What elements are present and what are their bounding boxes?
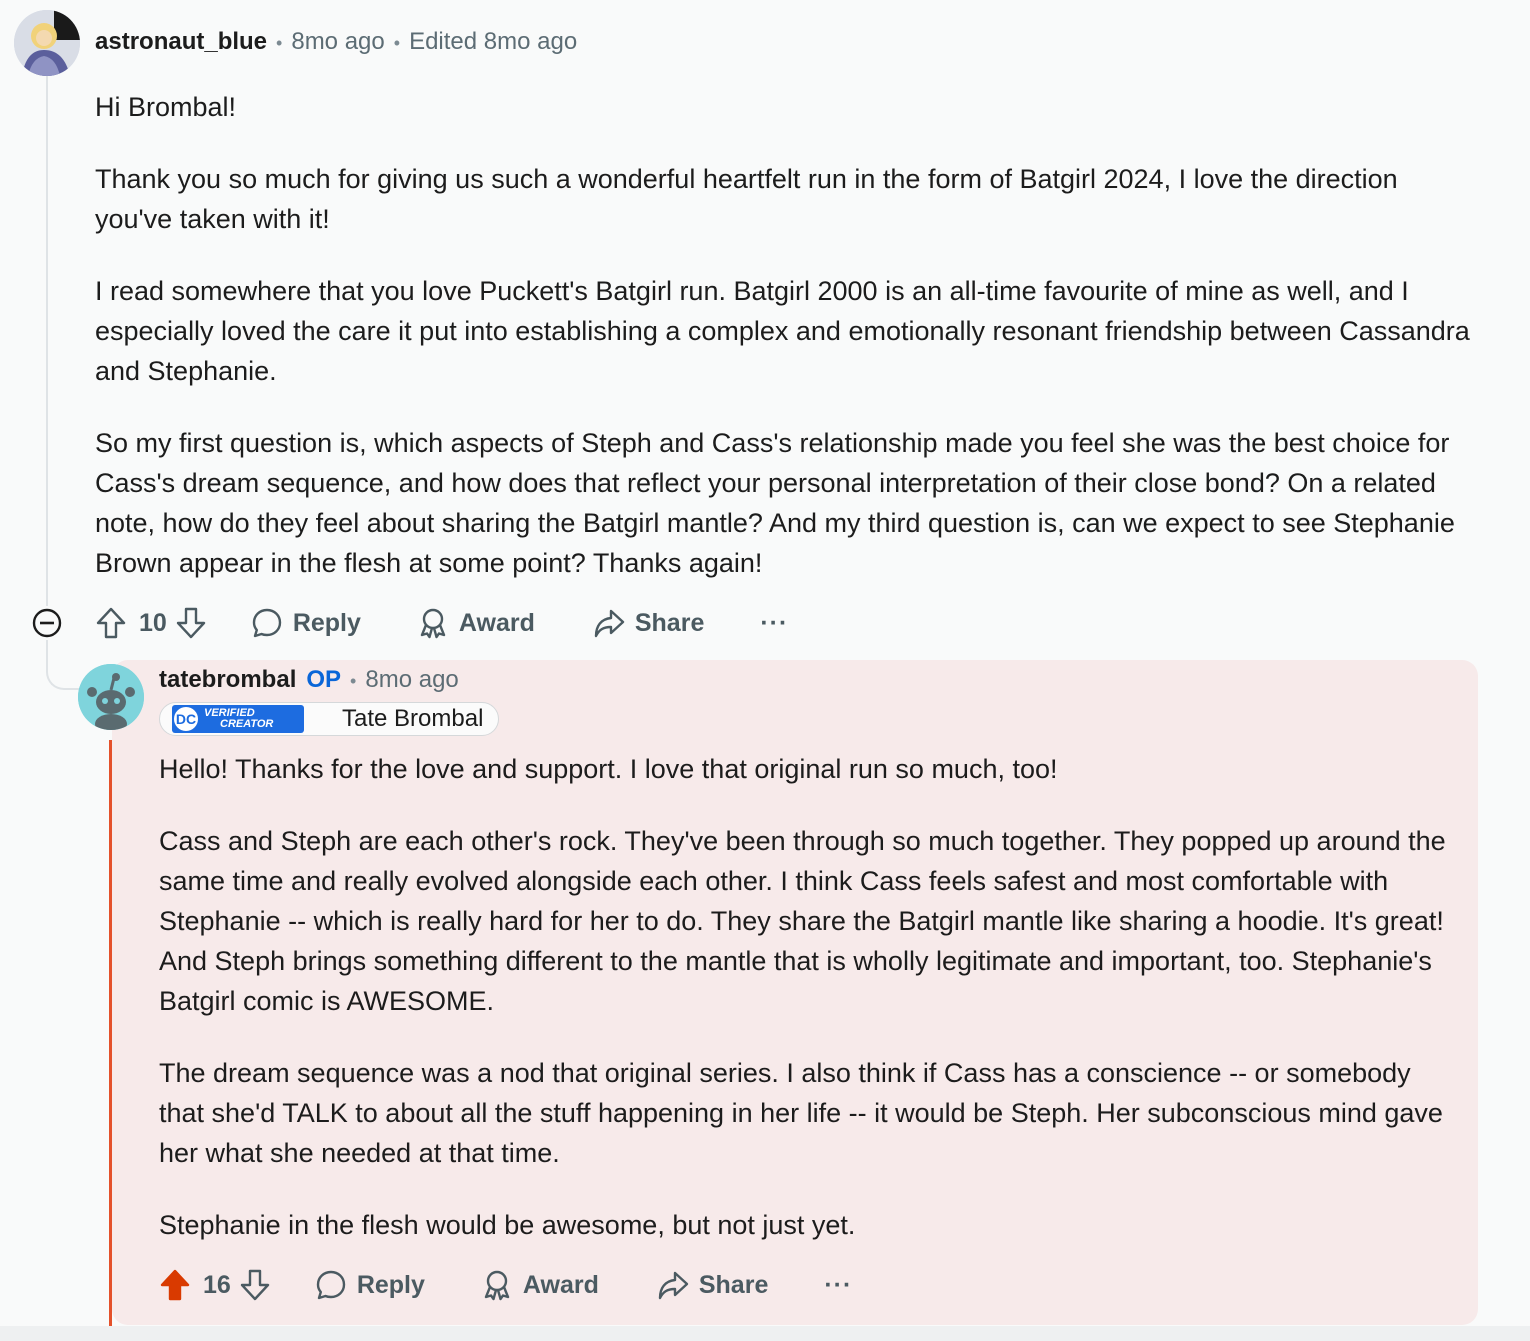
downvote-button[interactable] [239,1268,271,1302]
reply-button[interactable]: Reply [251,607,361,639]
vote-score: 16 [203,1270,231,1299]
award-label: Award [458,608,535,637]
timestamp[interactable]: 8mo ago [291,28,384,56]
comment-meta: tatebrombal OP • 8mo ago [159,666,459,694]
more-options-button[interactable]: ··· [760,609,788,638]
comment-body: Hello! Thanks for the love and support. … [159,749,1449,1245]
collapse-minus-icon [32,608,62,638]
user-flair: DC Verified Creator Tate Brombal [159,702,499,736]
reply-label: Reply [356,1270,425,1299]
downvote-icon [176,607,206,639]
username[interactable]: tatebrombal [159,666,296,694]
comment-paragraph: So my first question is, which aspects o… [95,428,1455,578]
share-button[interactable]: Share [593,607,704,639]
op-badge: OP [306,666,342,693]
comment-bubble-icon [252,608,282,638]
share-arrow-icon [594,609,625,638]
reply-label: Reply [292,608,361,637]
comment-paragraph: Stephanie in the flesh would be awesome,… [159,1210,856,1240]
edited-label: Edited 8mo ago [409,28,578,55]
share-label: Share [698,1270,769,1299]
timestamp[interactable]: 8mo ago [365,666,458,694]
award-button[interactable]: Award [481,1269,599,1301]
upvote-icon [160,1269,190,1301]
more-dots-icon: ··· [760,608,789,637]
comment-paragraph: Hello! Thanks for the love and support. … [159,754,1058,784]
more-dots-icon: ··· [824,1270,853,1299]
upvote-button[interactable] [95,606,127,640]
comment-paragraph: Cass and Steph are each other's rock. Th… [159,826,1446,1016]
award-icon [484,1270,510,1301]
vote-score: 10 [139,608,167,637]
comment-bubble-icon [316,1270,346,1300]
award-button[interactable]: Award [417,607,535,639]
comment-paragraph: I read somewhere that you love Puckett's… [95,276,1470,386]
thread-line[interactable] [46,76,48,606]
award-label: Award [522,1270,599,1299]
comment-paragraph: Thank you so much for giving us such a w… [95,164,1398,234]
thread-line[interactable] [109,740,112,1326]
separator-dot: • [350,671,357,691]
comment-body: Hi Brombal! Thank you so much for giving… [95,87,1475,583]
username[interactable]: astronaut_blue [95,28,267,56]
downvote-icon [240,1269,270,1301]
separator-dot: • [276,33,283,53]
avatar[interactable] [14,10,80,76]
dc-logo-icon: DC [172,705,200,733]
avatar[interactable] [78,664,144,730]
collapse-button[interactable] [31,607,63,639]
comment-actions: 16 Reply Award Share ··· [159,1261,852,1309]
share-button[interactable]: Share [657,1269,768,1301]
separator-dot: • [393,33,401,53]
comment-paragraph: The dream sequence was a nod that origin… [159,1058,1443,1168]
reply-button[interactable]: Reply [315,1269,425,1301]
upvote-button[interactable] [159,1268,191,1302]
comment-meta: astronaut_blue • 8mo ago • Edited 8mo ag… [95,28,577,56]
award-icon [420,608,446,639]
comment-actions: 10 Reply Award Share ··· [95,599,788,647]
share-label: Share [634,608,705,637]
verified-creator-badge: DC Verified Creator [172,705,304,733]
thread-connector [46,640,84,690]
more-options-button[interactable]: ··· [824,1271,852,1300]
page-bottom-edge [0,1326,1530,1341]
comment-paragraph: Hi Brombal! [95,92,237,122]
badge-text: Verified Creator [204,708,273,730]
share-arrow-icon [658,1271,689,1300]
upvote-icon [96,607,126,639]
badge-line: Creator [220,718,274,730]
flair-name: Tate Brombal [342,705,484,732]
downvote-button[interactable] [175,606,207,640]
